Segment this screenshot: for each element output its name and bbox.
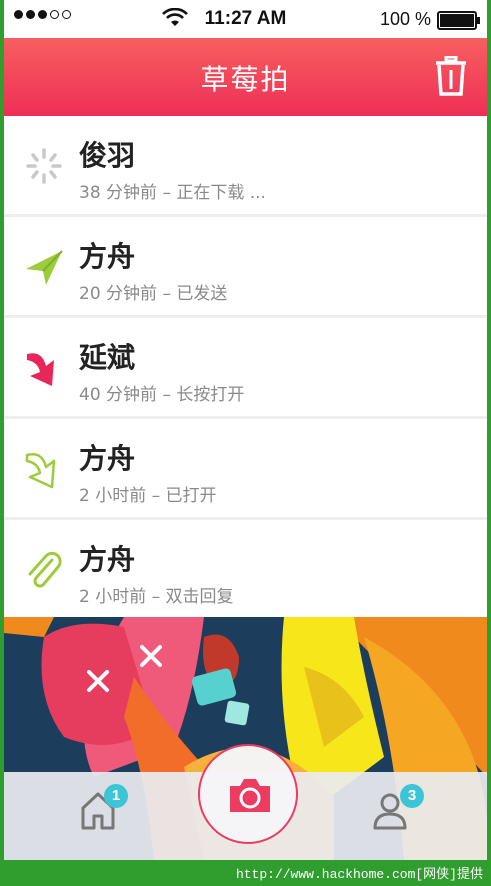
loading-spinner-icon [26,148,62,184]
battery-percent: 100 % [379,9,431,29]
arrow-down-icon [27,353,54,386]
list-item[interactable]: 方舟 2 小时前 – 已打开 [4,419,487,520]
battery-icon [437,11,480,30]
list-item[interactable]: 方舟 20 分钟前 – 已发送 [4,217,487,318]
sender-name: 方舟 [79,240,136,273]
list-item[interactable]: 俊羽 38 分钟前 – 正在下载 ... [4,116,487,217]
arrow-down-outline-icon [25,453,56,489]
message-status: 2 小时前 – 已打开 [79,486,217,506]
camera-icon [230,779,270,812]
sender-name: 俊羽 [79,139,136,172]
app-header: 草莓拍 [4,38,487,116]
message-status: 40 分钟前 – 长按打开 [79,385,245,405]
camera-button[interactable] [198,744,298,844]
message-status: 38 分钟前 – 正在下载 ... [79,183,266,203]
sender-name: 方舟 [79,442,136,475]
profile-badge: 3 [400,784,424,808]
message-status: 2 小时前 – 双击回复 [79,587,234,607]
trash-icon[interactable] [435,56,467,96]
tab-profile[interactable]: 3 [370,784,424,834]
page-title: 草莓拍 [200,63,291,96]
home-badge: 1 [104,784,128,808]
paperclip-icon [28,551,62,588]
paper-plane-icon [26,250,63,285]
app-frame: 11:27 AM 100 % 草莓拍 俊羽 38 分钟前 – 正在下载 ... … [4,0,487,860]
status-bar: 11:27 AM 100 % [4,0,487,38]
list-item[interactable]: 延斌 40 分钟前 – 长按打开 [4,318,487,419]
list-item[interactable]: 方舟 2 小时前 – 双击回复 [4,520,487,621]
tab-home[interactable]: 1 [80,784,128,834]
watermark-text: http://www.hackhome.com[网侠]提供 [235,867,483,882]
message-list: 俊羽 38 分钟前 – 正在下载 ... 方舟 20 分钟前 – 已发送 延斌 … [4,116,487,621]
message-status: 20 分钟前 – 已发送 [79,284,228,304]
sender-name: 方舟 [79,543,136,576]
sender-name: 延斌 [79,341,136,374]
